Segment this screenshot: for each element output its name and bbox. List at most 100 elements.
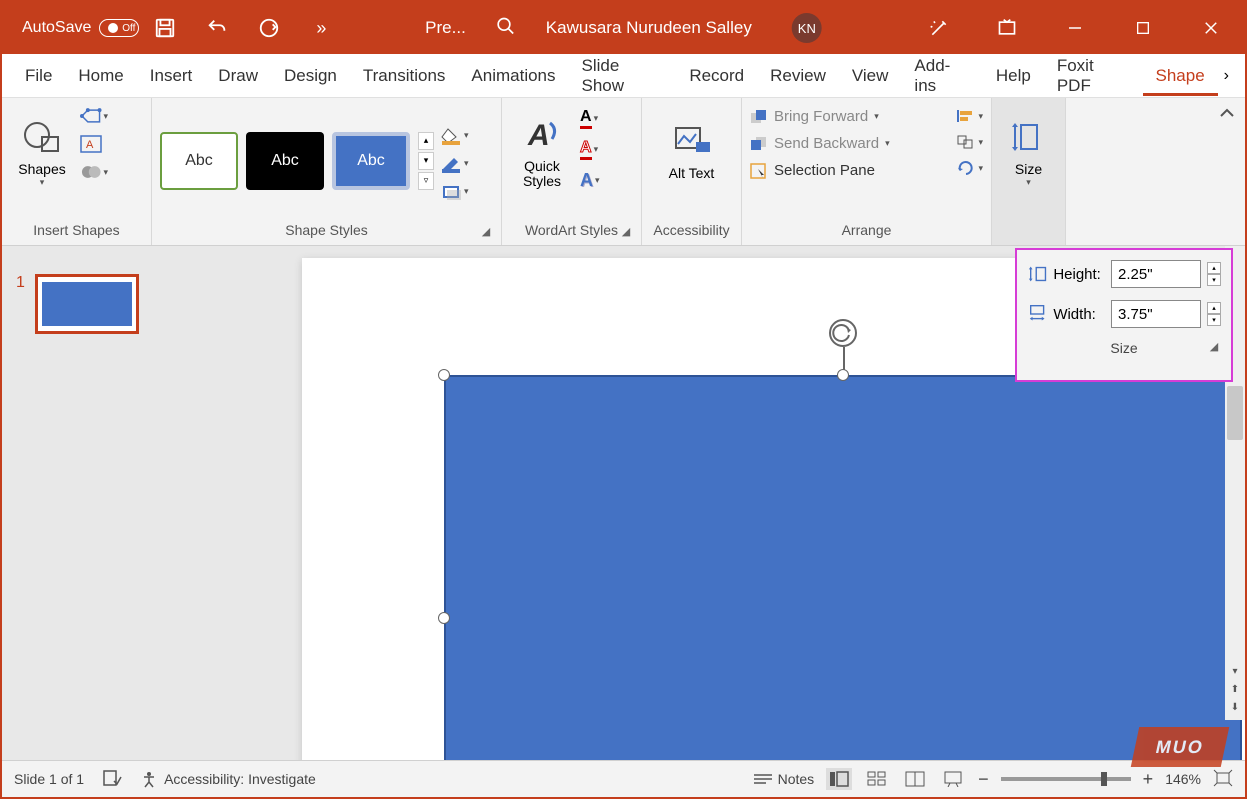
group-accessibility: Alt Text Accessibility bbox=[642, 98, 742, 245]
tab-scroll-right-icon[interactable]: › bbox=[1218, 67, 1235, 85]
ribbon-tabs: File Home Insert Draw Design Transitions… bbox=[2, 54, 1245, 98]
send-backward-button[interactable]: Send Backward▾ bbox=[750, 135, 950, 152]
tab-view[interactable]: View bbox=[839, 56, 902, 96]
text-box-icon[interactable]: A bbox=[80, 134, 108, 154]
zoom-thumb[interactable] bbox=[1101, 772, 1107, 786]
tab-home[interactable]: Home bbox=[65, 56, 136, 96]
shapes-button[interactable]: Shapes ▾ bbox=[10, 102, 74, 202]
prev-slide-icon[interactable]: ⬆ bbox=[1225, 684, 1245, 702]
resize-handle-nw[interactable] bbox=[438, 369, 450, 381]
size-icon bbox=[1009, 117, 1049, 157]
redo-icon[interactable] bbox=[257, 16, 281, 40]
slide-counter[interactable]: Slide 1 of 1 bbox=[14, 771, 84, 787]
notes-button[interactable]: Notes bbox=[754, 771, 815, 787]
dialog-launcher-icon[interactable]: ◢ bbox=[1207, 340, 1221, 354]
minimize-icon[interactable] bbox=[1063, 16, 1087, 40]
alt-text-button[interactable]: Alt Text bbox=[660, 102, 724, 202]
slideshow-view-icon[interactable] bbox=[940, 768, 966, 790]
autosave-toggle[interactable]: AutoSave Off bbox=[22, 19, 139, 37]
present-icon[interactable] bbox=[995, 16, 1019, 40]
merge-shapes-icon[interactable]: ▾ bbox=[80, 162, 108, 182]
user-avatar[interactable]: KN bbox=[792, 13, 822, 43]
spellcheck-icon[interactable] bbox=[102, 769, 122, 790]
tab-review[interactable]: Review bbox=[757, 56, 839, 96]
tab-help[interactable]: Help bbox=[983, 56, 1044, 96]
zoom-in-icon[interactable]: + bbox=[1143, 769, 1154, 790]
dialog-launcher-icon[interactable]: ◢ bbox=[619, 225, 633, 239]
style-preset-3[interactable]: Abc bbox=[332, 132, 410, 190]
tab-draw[interactable]: Draw bbox=[205, 56, 271, 96]
rectangle-shape[interactable] bbox=[444, 375, 1242, 760]
rotate-button[interactable]: ▾ bbox=[956, 160, 983, 176]
svg-text:A: A bbox=[527, 119, 550, 152]
resize-handle-w[interactable] bbox=[438, 612, 450, 624]
group-label-shape-styles: Shape Styles bbox=[285, 222, 368, 238]
slide-thumbnail-1[interactable] bbox=[35, 274, 139, 334]
text-effects-button[interactable]: A▾ bbox=[580, 170, 600, 191]
zoom-level[interactable]: 146% bbox=[1165, 771, 1201, 787]
wand-icon[interactable] bbox=[927, 16, 951, 40]
tab-addins[interactable]: Add-ins bbox=[901, 46, 982, 106]
size-button[interactable]: Size ▾ bbox=[1000, 102, 1057, 202]
tab-animations[interactable]: Animations bbox=[458, 56, 568, 96]
sorter-view-icon[interactable] bbox=[864, 768, 890, 790]
overflow-icon[interactable]: » bbox=[309, 16, 333, 40]
width-up-icon[interactable]: ▴ bbox=[1207, 302, 1221, 314]
tab-shape-format[interactable]: Shape bbox=[1143, 56, 1218, 96]
bring-forward-button[interactable]: Bring Forward▾ bbox=[750, 108, 950, 125]
next-slide-icon[interactable]: ⬇ bbox=[1225, 702, 1245, 720]
selected-shape[interactable] bbox=[444, 375, 1242, 760]
autosave-state: Off bbox=[122, 23, 135, 34]
height-up-icon[interactable]: ▴ bbox=[1207, 262, 1221, 274]
resize-handle-n[interactable] bbox=[837, 369, 849, 381]
shape-fill-button[interactable]: ▾ bbox=[440, 127, 469, 145]
dialog-launcher-icon[interactable]: ◢ bbox=[479, 225, 493, 239]
tab-record[interactable]: Record bbox=[676, 56, 757, 96]
accessibility-status[interactable]: Accessibility: Investigate bbox=[140, 770, 316, 788]
close-icon[interactable] bbox=[1199, 16, 1223, 40]
height-down-icon[interactable]: ▾ bbox=[1207, 274, 1221, 286]
style-preset-2[interactable]: Abc bbox=[246, 132, 324, 190]
svg-text:A: A bbox=[86, 139, 94, 151]
gallery-down-icon[interactable]: ▾ bbox=[418, 152, 434, 170]
zoom-out-icon[interactable]: − bbox=[978, 769, 989, 790]
gallery-more-icon[interactable]: ▿ bbox=[418, 172, 434, 190]
height-icon bbox=[1027, 263, 1047, 285]
tab-slideshow[interactable]: Slide Show bbox=[569, 46, 677, 106]
tab-file[interactable]: File bbox=[12, 56, 65, 96]
shape-effects-button[interactable]: ▾ bbox=[440, 183, 469, 201]
maximize-icon[interactable] bbox=[1131, 16, 1155, 40]
style-preset-1[interactable]: Abc bbox=[160, 132, 238, 190]
rotate-handle-icon[interactable] bbox=[829, 319, 857, 347]
save-icon[interactable] bbox=[153, 16, 177, 40]
text-outline-button[interactable]: A▾ bbox=[580, 139, 600, 160]
fit-window-icon[interactable] bbox=[1213, 769, 1233, 790]
tab-transitions[interactable]: Transitions bbox=[350, 56, 459, 96]
group-size: Size ▾ bbox=[992, 98, 1066, 245]
gallery-up-icon[interactable]: ▴ bbox=[418, 132, 434, 150]
selection-pane-button[interactable]: Selection Pane bbox=[750, 162, 950, 179]
collapse-ribbon-icon[interactable] bbox=[1219, 98, 1245, 245]
edit-shape-icon[interactable]: ▾ bbox=[80, 106, 108, 126]
shape-outline-button[interactable]: ▾ bbox=[440, 155, 469, 173]
toggle-switch[interactable]: Off bbox=[99, 19, 139, 37]
quick-styles-button[interactable]: A Quick Styles bbox=[510, 102, 574, 202]
width-input[interactable] bbox=[1111, 300, 1201, 328]
reading-view-icon[interactable] bbox=[902, 768, 928, 790]
scrollbar-thumb[interactable] bbox=[1227, 386, 1243, 440]
undo-icon[interactable] bbox=[205, 16, 229, 40]
zoom-slider[interactable] bbox=[1001, 777, 1131, 781]
scroll-split-icon[interactable]: ▾ bbox=[1225, 666, 1245, 684]
group-button[interactable]: ▾ bbox=[956, 134, 983, 150]
quick-styles-icon: A bbox=[522, 115, 562, 155]
align-button[interactable]: ▾ bbox=[956, 108, 983, 124]
tab-insert[interactable]: Insert bbox=[137, 56, 206, 96]
tab-foxit[interactable]: Foxit PDF bbox=[1044, 46, 1143, 106]
normal-view-icon[interactable] bbox=[826, 768, 852, 790]
search-icon[interactable] bbox=[496, 16, 516, 41]
height-input[interactable] bbox=[1111, 260, 1201, 288]
tab-design[interactable]: Design bbox=[271, 56, 350, 96]
alt-text-icon bbox=[672, 122, 712, 162]
width-down-icon[interactable]: ▾ bbox=[1207, 314, 1221, 326]
text-fill-button[interactable]: A▾ bbox=[580, 108, 600, 129]
